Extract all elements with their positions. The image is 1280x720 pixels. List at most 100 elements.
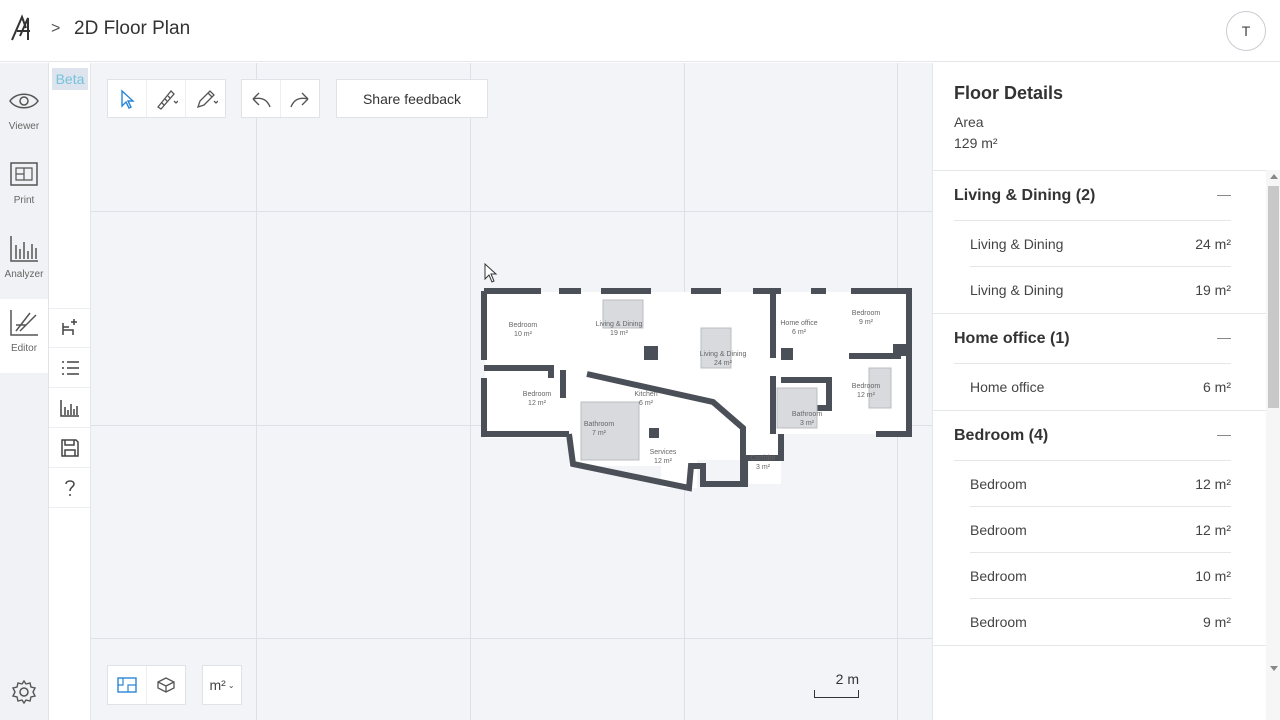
view-mode-toolbar [107, 665, 186, 705]
floorplan-canvas[interactable]: Share feedback Bedroom 10 m² Living & Di… [91, 63, 932, 720]
collapse-icon[interactable] [1217, 338, 1231, 339]
group-header[interactable]: Bedroom (4) [954, 411, 1231, 461]
panel-title: Floor Details [954, 83, 1064, 103]
room-list: Living & Dining (2) Living & Dining 24 m… [933, 170, 1266, 646]
undo-button[interactable] [242, 80, 281, 117]
collapse-icon[interactable] [1217, 435, 1231, 436]
user-avatar[interactable]: T [1226, 11, 1266, 51]
unit-select[interactable]: m² ⌄ [202, 665, 242, 705]
group-header[interactable]: Living & Dining (2) [954, 171, 1231, 221]
room-name: Bedroom [970, 521, 1027, 538]
sidebar-item-label: Print [13, 195, 35, 206]
floor-plan-drawing[interactable]: Bedroom 10 m² Living & Dining 19 m² Livi… [481, 288, 913, 493]
save-button[interactable] [49, 428, 90, 468]
sidebar-item-viewer[interactable]: Viewer [0, 77, 48, 151]
editor-icon [10, 310, 38, 336]
sidebar-item-label: Editor [10, 343, 38, 354]
room-list-button[interactable] [49, 348, 90, 388]
fp-area: 3 m² [756, 464, 771, 471]
area-label: Area [954, 114, 984, 130]
help-icon [64, 479, 75, 496]
room-area: 9 m² [1203, 614, 1231, 630]
fp-area: 9 m² [859, 319, 874, 326]
save-icon [60, 438, 79, 457]
cube-3d-icon [157, 677, 175, 693]
floor-details-panel: Floor Details Area 129 m² Living & Dinin… [932, 63, 1280, 720]
fp-label: Living & Dining [700, 351, 747, 358]
list-item[interactable]: Living & Dining 24 m² [970, 221, 1231, 267]
top-header: > 2D Floor Plan T [0, 0, 1280, 62]
room-area: 12 m² [1195, 521, 1231, 538]
chevron-down-icon: ⌄ [227, 680, 235, 690]
room-group-home-office: Home office (1) Home office 6 m² [933, 314, 1266, 411]
list-item[interactable]: Home office 6 m² [970, 364, 1231, 410]
view-3d-button[interactable] [147, 666, 186, 704]
list-icon [61, 360, 79, 375]
page-title: 2D Floor Plan [74, 18, 191, 39]
fp-area: 12 m² [857, 392, 876, 399]
settings-gear-icon[interactable] [10, 678, 38, 706]
history-toolbar [241, 79, 320, 118]
draw-tool-button[interactable] [186, 80, 225, 117]
scale-line [814, 690, 859, 698]
select-tool-button[interactable] [108, 80, 147, 117]
sidebar-item-label: Analyzer [4, 269, 44, 280]
room-area: 24 m² [1195, 235, 1231, 252]
scroll-up-icon[interactable] [1270, 174, 1278, 179]
group-header[interactable]: Home office (1) [954, 314, 1231, 364]
sidebar-item-analyzer[interactable]: Analyzer [0, 225, 48, 299]
view-2d-button[interactable] [108, 666, 147, 704]
add-furniture-button[interactable] [49, 308, 90, 348]
editor-tool-column: Beta [49, 63, 91, 720]
fp-area: 6 m² [639, 400, 654, 407]
list-item[interactable]: Living & Dining 19 m² [970, 267, 1231, 313]
fp-area: 7 m² [592, 430, 607, 437]
fp-area: 3 m² [800, 420, 815, 427]
fp-area: 12 m² [528, 400, 547, 407]
panel-scrollbar[interactable] [1266, 170, 1280, 720]
pointer-icon [121, 88, 135, 109]
room-group-bedroom: Bedroom (4) Bedroom 12 m² Bedroom 12 m² … [933, 411, 1266, 646]
help-button[interactable] [49, 468, 90, 508]
grid-line [91, 211, 932, 212]
app-logo-icon[interactable] [10, 14, 40, 44]
room-name: Home office [970, 379, 1045, 395]
fp-area: 24 m² [714, 360, 733, 367]
unit-label: m² [209, 677, 226, 693]
ruler-icon [157, 89, 178, 110]
group-title: Home office (1) [954, 329, 1070, 347]
redo-button[interactable] [281, 80, 320, 117]
fp-label: Corridor [750, 455, 776, 462]
share-feedback-button[interactable]: Share feedback [336, 79, 488, 118]
breadcrumb-separator: > [51, 20, 61, 37]
stats-button[interactable] [49, 388, 90, 428]
list-item[interactable]: Bedroom 12 m² [970, 507, 1231, 553]
fp-label: Home office [780, 320, 817, 327]
scroll-down-icon[interactable] [1270, 666, 1278, 671]
scroll-thumb[interactable] [1268, 186, 1279, 408]
scale-label: 2 m [835, 671, 859, 687]
list-item[interactable]: Bedroom 12 m² [970, 461, 1231, 507]
fp-label: Services [650, 449, 677, 456]
measure-tool-button[interactable] [147, 80, 186, 117]
list-item[interactable]: Bedroom 9 m² [970, 599, 1231, 645]
room-name: Bedroom [970, 567, 1027, 584]
room-area: 12 m² [1195, 475, 1231, 492]
room-group-living: Living & Dining (2) Living & Dining 24 m… [933, 171, 1266, 314]
area-value: 129 m² [954, 135, 998, 151]
pencil-icon [196, 89, 218, 108]
stats-icon [59, 399, 79, 417]
collapse-icon[interactable] [1217, 195, 1231, 196]
list-item[interactable]: Bedroom 10 m² [970, 553, 1231, 599]
room-name: Bedroom [970, 475, 1027, 492]
room-name: Living & Dining [970, 282, 1064, 298]
sidebar-item-editor[interactable]: Editor [0, 299, 48, 373]
fp-area: 12 m² [654, 458, 673, 465]
fp-area: 19 m² [610, 330, 629, 337]
fp-label: Kitchen [634, 391, 657, 398]
add-furniture-icon [61, 319, 77, 335]
eye-icon [9, 93, 39, 109]
sidebar-item-print[interactable]: Print [0, 151, 48, 225]
draw-toolbar [107, 79, 226, 118]
grid-line [470, 63, 471, 720]
